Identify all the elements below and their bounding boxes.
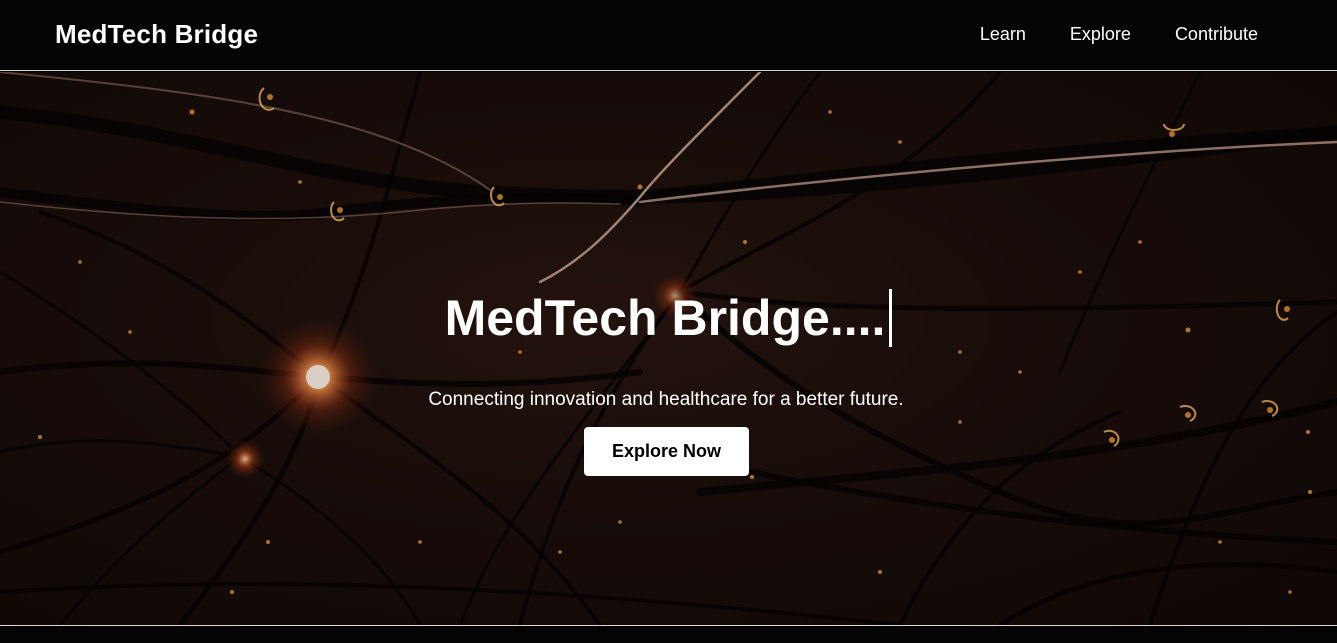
explore-now-button[interactable]: Explore Now	[584, 427, 749, 476]
navbar: MedTech Bridge Learn Explore Contribute	[0, 0, 1337, 71]
nav-link-explore[interactable]: Explore	[1070, 24, 1131, 45]
nav-link-learn[interactable]: Learn	[980, 24, 1026, 45]
nav-links: Learn Explore Contribute	[936, 24, 1258, 45]
hero-subtitle: Connecting innovation and healthcare for…	[428, 389, 904, 410]
hero-title: MedTech Bridge....	[0, 286, 1337, 350]
footer-strip	[0, 625, 1337, 643]
hero-section: MedTech Bridge.... Connecting innovation…	[0, 72, 1337, 625]
hero-title-text: MedTech Bridge....	[444, 289, 886, 346]
typing-cursor	[889, 288, 893, 347]
nav-link-contribute[interactable]: Contribute	[1175, 24, 1258, 45]
brand-logo[interactable]: MedTech Bridge	[55, 19, 258, 50]
